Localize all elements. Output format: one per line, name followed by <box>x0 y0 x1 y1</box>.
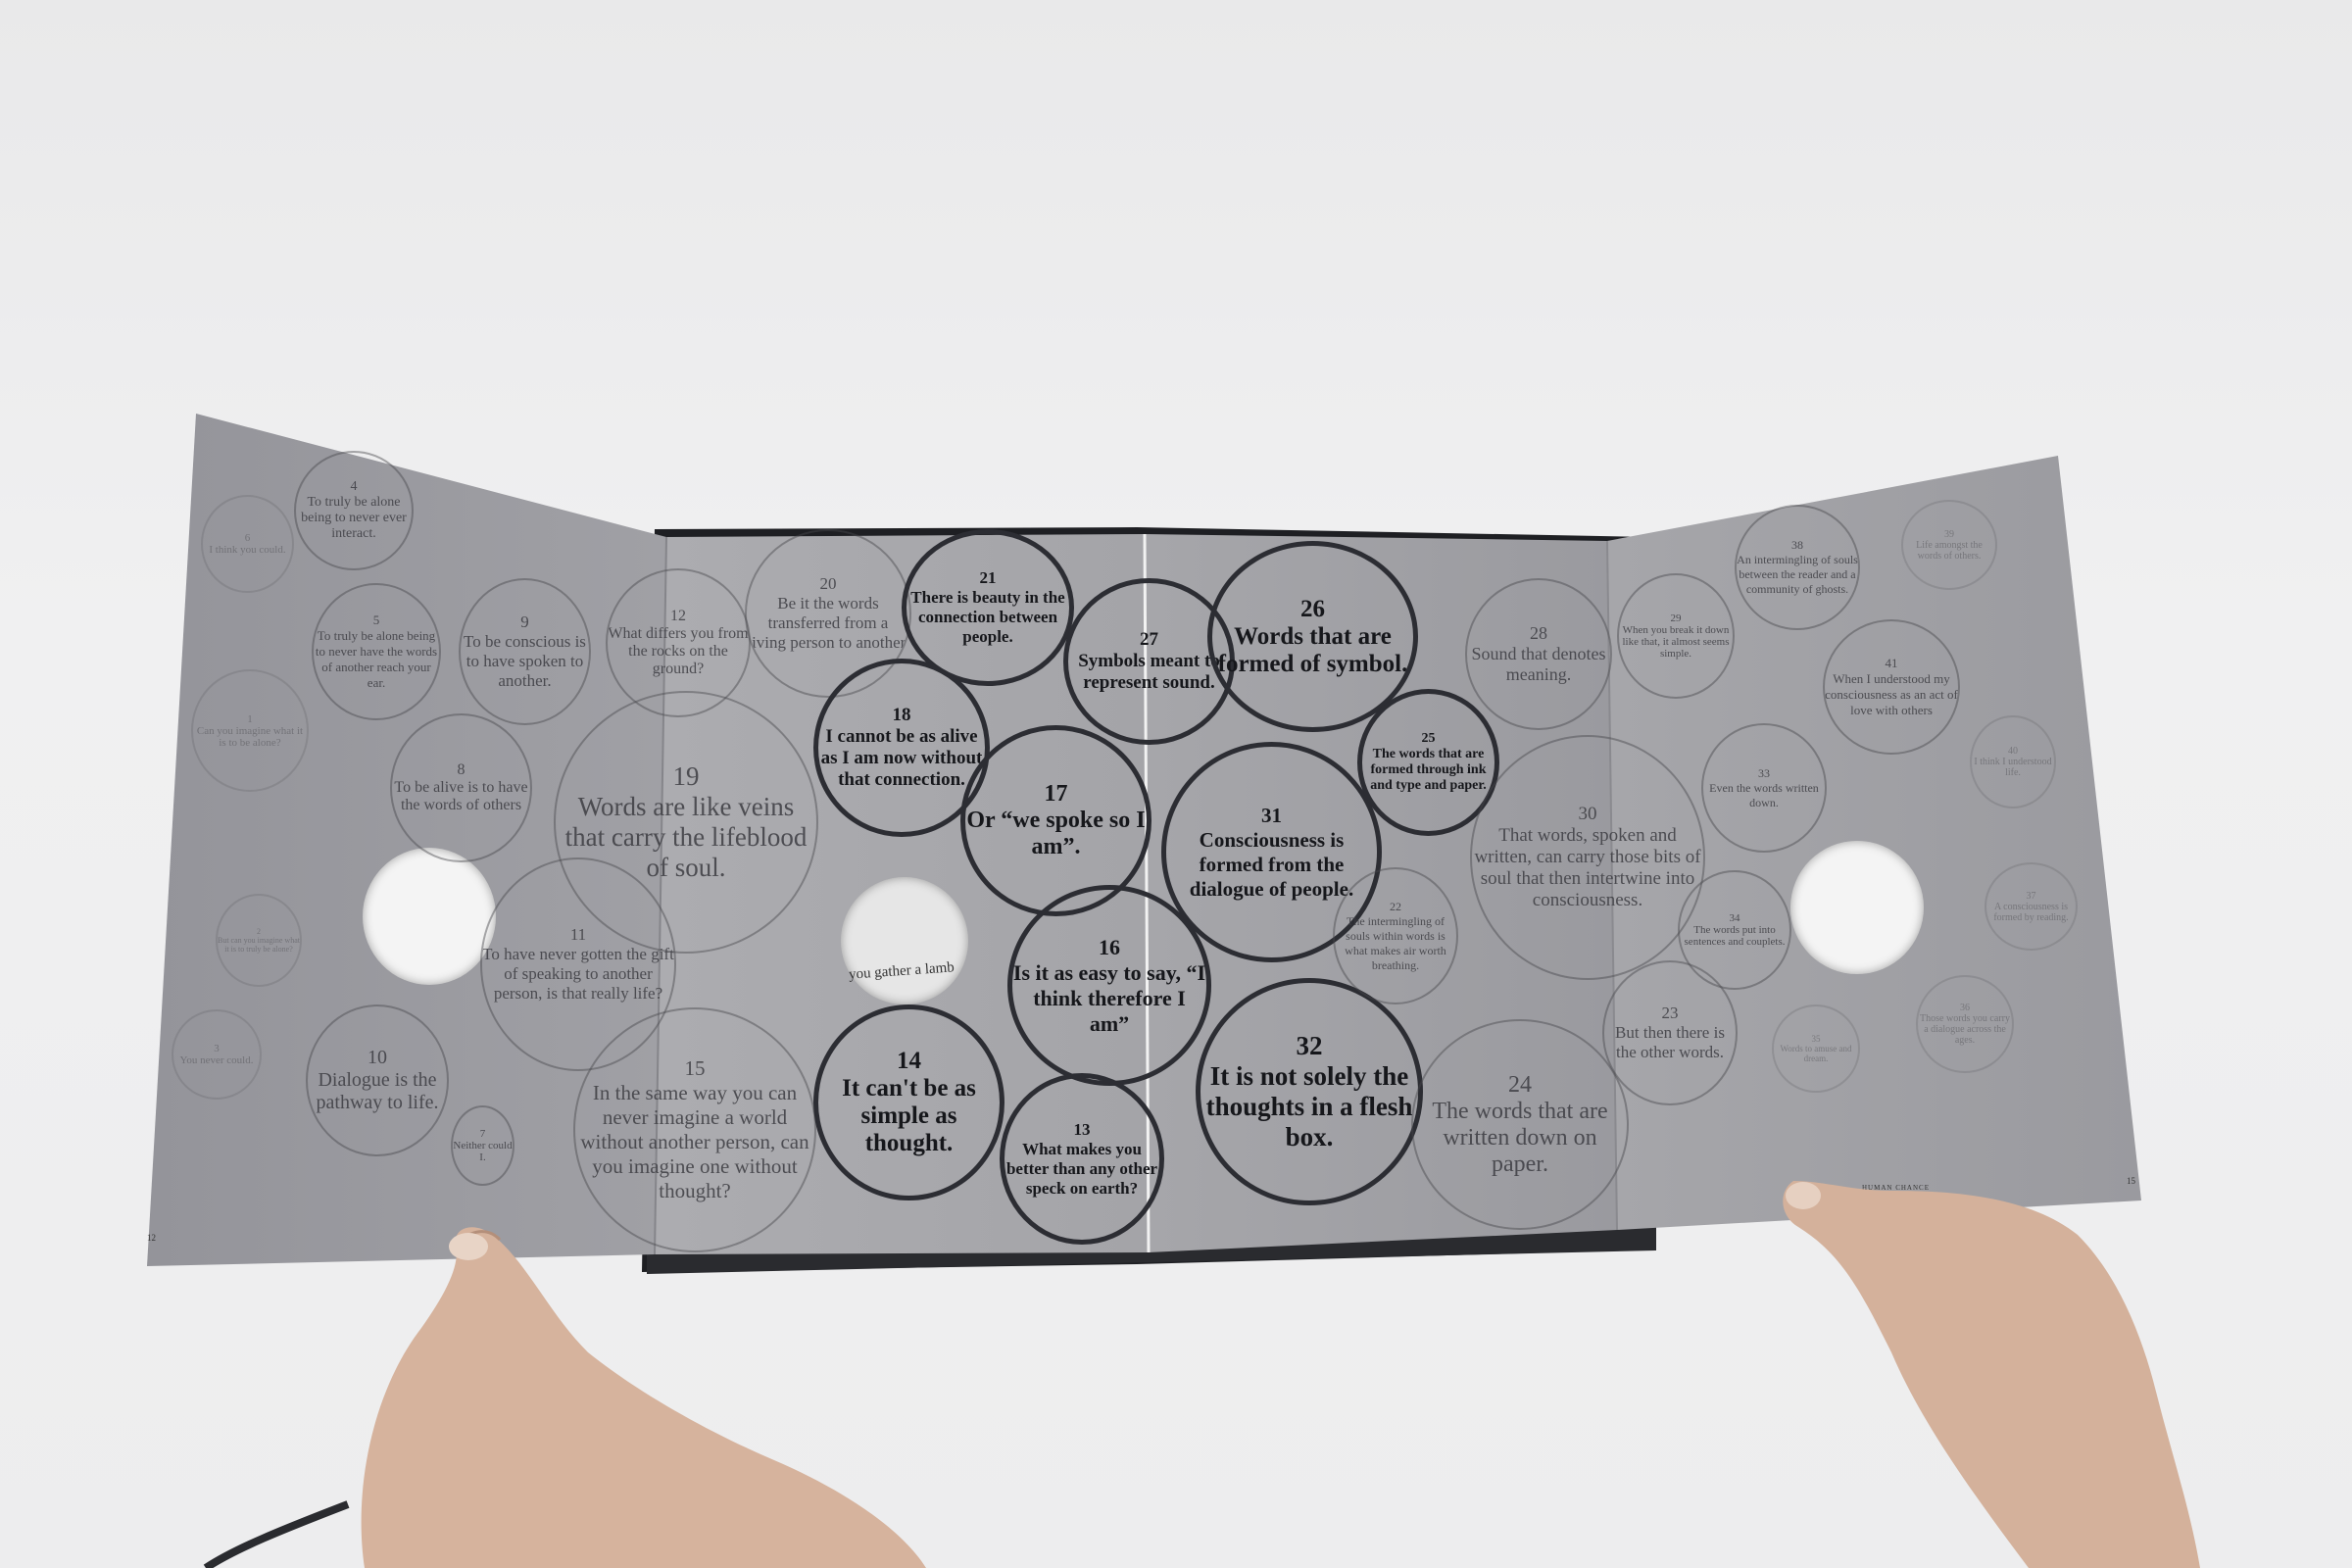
hands <box>203 1181 2200 1568</box>
photo-scene: you gather a lamb 1 Can you imagine what … <box>0 0 2352 1568</box>
